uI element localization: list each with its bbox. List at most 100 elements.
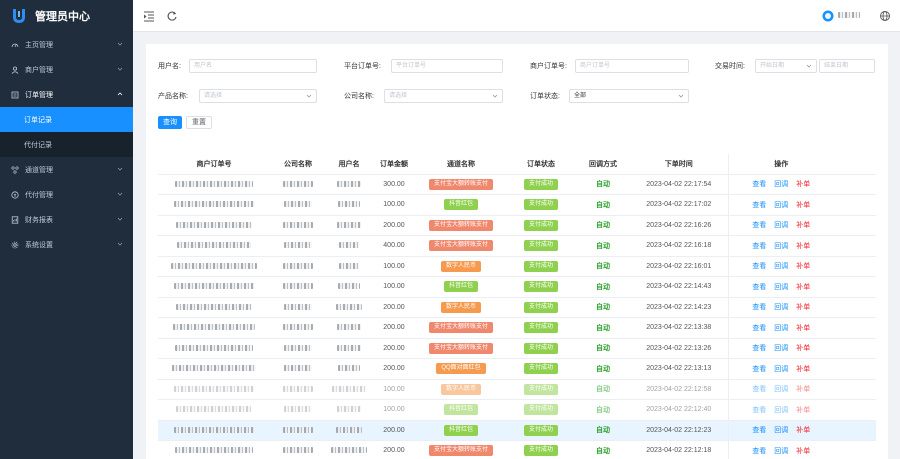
callback-link[interactable]: 回调	[774, 427, 788, 434]
product-select[interactable]: 请选择	[199, 89, 317, 103]
view-link[interactable]: 查看	[752, 202, 766, 209]
table-row[interactable]: 100.00 数字人民币 支付成功 自动 2023-04-02 22:16:01 查看 回调…	[158, 256, 876, 277]
view-link[interactable]: 查看	[752, 407, 766, 414]
view-link[interactable]: 查看	[752, 304, 766, 311]
callback-link[interactable]: 回调	[774, 345, 788, 352]
table-row[interactable]: 100.00 抖音红包 支付成功 自动 2023-04-02 22:12:40 查看 回调 补…	[158, 399, 876, 421]
column-header-spacer	[834, 154, 876, 175]
amount-cell: 200.00	[372, 440, 416, 459]
channel-cell: 数字人民币	[416, 256, 506, 277]
table-row[interactable]: 200.00 支付宝大额转账支付 支付成功 自动 2023-04-02 22:16:26…	[158, 215, 876, 236]
table-row[interactable]: 400.00 支付宝大额转账支付 支付成功 自动 2023-04-02 22:16:18…	[158, 235, 876, 257]
sidebar-item-6[interactable]: 系统设置	[0, 232, 133, 257]
callback-link[interactable]: 回调	[774, 222, 788, 229]
view-link[interactable]: 查看	[752, 181, 766, 188]
table-row[interactable]: 100.00 抖音红包 支付成功 自动 2023-04-02 22:17:02 查看 回调 补…	[158, 194, 876, 216]
table-row[interactable]: 200.00 支付宝大额转账支付 支付成功 自动 2023-04-02 22:13:38…	[158, 317, 876, 339]
callback-link[interactable]: 回调	[774, 263, 788, 270]
status-value: 全部	[574, 93, 587, 99]
view-link[interactable]: 查看	[752, 263, 766, 270]
table-row[interactable]: 200.00 数字人民币 支付成功 自动 2023-04-02 22:14:23 查看 回调…	[158, 297, 876, 318]
callback-link[interactable]: 回调	[774, 448, 788, 455]
callback-link[interactable]: 回调	[774, 386, 788, 393]
fix-order-link[interactable]: 补单	[796, 202, 810, 209]
callback-link[interactable]: 回调	[774, 243, 788, 250]
fix-order-link[interactable]: 补单	[796, 263, 810, 270]
search-button[interactable]: 查询	[158, 116, 182, 129]
user-menu[interactable]	[838, 12, 860, 18]
view-link[interactable]: 查看	[752, 386, 766, 393]
end-date-input[interactable]: 结束日期	[819, 59, 875, 73]
fix-order-link[interactable]: 补单	[796, 325, 810, 332]
company-select[interactable]: 请选择	[384, 89, 503, 103]
fix-order-link[interactable]: 补单	[796, 386, 810, 393]
view-link[interactable]: 查看	[752, 345, 766, 352]
sidebar-item-3[interactable]: 通道管理	[0, 157, 133, 182]
status-badge: 支付成功	[523, 178, 558, 190]
view-link[interactable]: 查看	[752, 448, 766, 455]
username-cell	[326, 379, 372, 400]
sidebar-item-2[interactable]: 订单管理	[0, 82, 133, 107]
callback-link[interactable]: 回调	[774, 407, 788, 414]
fix-order-link[interactable]: 补单	[796, 407, 810, 414]
username-cell	[326, 420, 372, 441]
fix-order-link[interactable]: 补单	[796, 427, 810, 434]
table-row[interactable]: 200.00 支付宝大额转账支付 支付成功 自动 2023-04-02 22:13:26…	[158, 338, 876, 359]
view-link[interactable]: 查看	[752, 427, 766, 434]
table-row[interactable]: 100.00 抖音红包 支付成功 自动 2023-04-02 22:14:43 查看 回调 补…	[158, 276, 876, 298]
indent-icon[interactable]	[143, 10, 155, 22]
chevron-down-icon	[117, 67, 123, 71]
company-cell	[270, 440, 326, 459]
fix-order-link[interactable]: 补单	[796, 284, 810, 291]
globe-icon[interactable]	[879, 10, 891, 22]
callback-link[interactable]: 回调	[774, 284, 788, 291]
fix-order-link[interactable]: 补单	[796, 345, 810, 352]
company-cell	[270, 215, 326, 236]
sidebar-item-4[interactable]: 代付管理	[0, 182, 133, 207]
merchant-order-cell	[158, 338, 270, 359]
submenu-item-1[interactable]: 代付记录	[0, 132, 133, 157]
callback-link[interactable]: 回调	[774, 304, 788, 311]
username-input[interactable]: 用户名	[189, 59, 317, 73]
amount-cell: 100.00	[372, 399, 416, 421]
sidebar-item-label: 商户管理	[25, 66, 53, 74]
amount-cell: 200.00	[372, 215, 416, 236]
table-row[interactable]: 300.00 支付宝大额转账支付 支付成功 自动 2023-04-02 22:17:54…	[158, 174, 876, 195]
sidebar-item-0[interactable]: 主页管理	[0, 32, 133, 57]
fix-order-link[interactable]: 补单	[796, 448, 810, 455]
username-cell	[326, 235, 372, 257]
start-date-input[interactable]: 开始日期	[755, 59, 817, 73]
reset-button[interactable]: 重置	[186, 116, 212, 129]
view-link[interactable]: 查看	[752, 284, 766, 291]
table-row[interactable]: 200.00 支付宝大额转账支付 支付成功 自动 2023-04-02 22:12:18…	[158, 440, 876, 459]
fix-order-link[interactable]: 补单	[796, 366, 810, 373]
table-row[interactable]: 200.00 抖音红包 支付成功 自动 2023-04-02 22:12:23 查看 回调 补…	[158, 420, 876, 441]
view-link[interactable]: 查看	[752, 325, 766, 332]
status-badge: 支付成功	[523, 322, 558, 334]
platform-order-input[interactable]: 平台订单号	[391, 59, 503, 73]
callback-link[interactable]: 回调	[774, 366, 788, 373]
table-row[interactable]: 200.00 QQ面对面红包 支付成功 自动 2023-04-02 22:13:13 查看…	[158, 358, 876, 380]
view-link[interactable]: 查看	[752, 243, 766, 250]
fix-order-link[interactable]: 补单	[796, 181, 810, 188]
status-select[interactable]: 全部	[569, 89, 689, 103]
callback-link[interactable]: 回调	[774, 202, 788, 209]
fix-order-link[interactable]: 补单	[796, 304, 810, 311]
avatar-icon[interactable]	[822, 10, 834, 22]
view-link[interactable]: 查看	[752, 222, 766, 229]
top-header	[133, 0, 900, 32]
table-row[interactable]: 100.00 数字人民币 支付成功 自动 2023-04-02 22:12:58 查看 回调…	[158, 379, 876, 400]
actions-cell: 查看 回调 补单	[727, 420, 834, 441]
submenu-item-0[interactable]: 订单记录	[0, 107, 133, 132]
status-cell: 支付成功	[506, 420, 576, 441]
brand-title: 管理员中心	[35, 11, 90, 23]
merchant-order-input[interactable]: 商户订单号	[575, 59, 689, 73]
sidebar-item-5[interactable]: 财务报表	[0, 207, 133, 232]
callback-link[interactable]: 回调	[774, 181, 788, 188]
callback-link[interactable]: 回调	[774, 325, 788, 332]
view-link[interactable]: 查看	[752, 366, 766, 373]
refresh-icon[interactable]	[166, 10, 178, 22]
fix-order-link[interactable]: 补单	[796, 243, 810, 250]
sidebar-item-1[interactable]: 商户管理	[0, 57, 133, 82]
fix-order-link[interactable]: 补单	[796, 222, 810, 229]
